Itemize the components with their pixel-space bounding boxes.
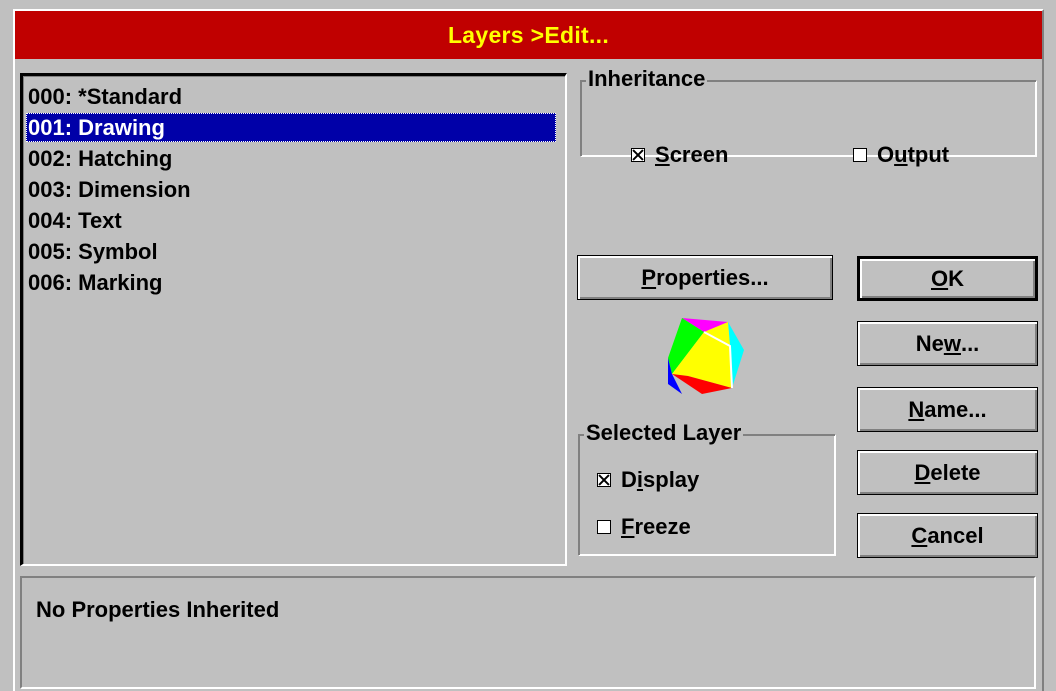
cube-icon [668,318,744,394]
freeze-checkbox-label: Freeze [621,514,691,539]
properties-button[interactable]: Properties... [577,255,833,300]
layer-list-item-001[interactable]: 001: Drawing [26,113,556,142]
new-button[interactable]: Ne w... [857,321,1038,366]
cancel-button[interactable]: Cancel [857,513,1038,558]
title-bar[interactable]: Layers >Edit... [13,9,1044,59]
output-checkbox-box[interactable] [853,148,867,162]
layer-list-item-002[interactable]: 002: Hatching [26,144,556,173]
freeze-checkbox[interactable]: Freeze [597,514,691,540]
screen-checkbox-label: Screen [655,142,729,167]
layer-list-item-006[interactable]: 006: Marking [26,268,556,297]
screen-checkbox[interactable]: Screen [631,142,728,168]
display-checkbox-label: Display [621,467,700,492]
selected-layer-group-label: Selected Layer [584,419,744,447]
status-panel: No Properties Inherited [20,576,1036,689]
layer-list[interactable]: 000: *Standard 001: Drawing 002: Hatchin… [20,73,567,566]
window-title: Layers >Edit... [447,21,610,48]
name-button[interactable]: Name... [857,387,1038,432]
output-checkbox-label: Output [877,142,950,167]
freeze-checkbox-box[interactable] [597,520,611,534]
output-checkbox[interactable]: Output [853,142,949,168]
delete-button[interactable]: Delete [857,450,1038,495]
ok-button[interactable]: OK [857,256,1038,301]
layer-list-item-003[interactable]: 003: Dimension [26,175,556,204]
inheritance-group-label: Inheritance [586,65,708,93]
layer-list-item-004[interactable]: 004: Text [26,206,556,235]
layer-list-item-005[interactable]: 005: Symbol [26,237,556,266]
display-checkbox[interactable]: Display [597,467,699,493]
status-text: No Properties Inherited [36,597,280,622]
layers-edit-dialog: Layers >Edit... 000: *Standard 001: Draw… [0,0,1056,691]
layer-list-item-000[interactable]: 000: *Standard [26,82,556,111]
display-checkbox-box[interactable] [597,473,611,487]
screen-checkbox-box[interactable] [631,148,645,162]
